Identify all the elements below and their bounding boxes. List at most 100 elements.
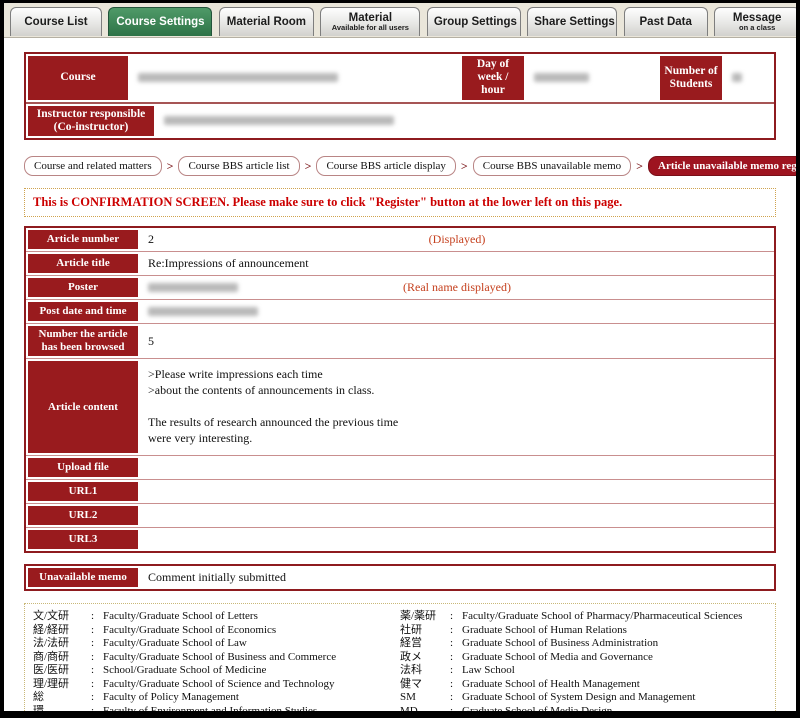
tab-label: Group Settings (434, 16, 514, 28)
legend-item: SM:Graduate School of System Design and … (400, 691, 767, 705)
faculty-desc: Graduate School of Human Relations (462, 624, 627, 638)
url1-value (140, 480, 774, 503)
legend-item: 総:Faculty of Policy Management (33, 691, 400, 705)
url3-label: URL3 (26, 528, 140, 551)
legend-item: 文/文研:Faculty/Graduate School of Letters (33, 610, 400, 624)
url1-label: URL1 (26, 480, 140, 503)
breadcrumb: Course and related matters > Course BBS … (24, 156, 776, 176)
legend-colon: : (91, 705, 103, 718)
table-row-poster: Poster (Real name displayed) (26, 275, 774, 299)
app-window: Course List Course Settings Material Roo… (0, 0, 800, 718)
browsed-count-label: Number the article has been browsed (26, 324, 140, 358)
legend-colon: : (91, 610, 103, 624)
faculty-desc: Graduate School of System Design and Man… (462, 691, 695, 705)
breadcrumb-course-related[interactable]: Course and related matters (24, 156, 162, 176)
legend-colon: : (91, 637, 103, 651)
faculty-desc: Faculty of Policy Management (103, 691, 239, 705)
legend-item: 経/経研:Faculty/Graduate School of Economic… (33, 624, 400, 638)
legend-item: MD:Graduate School of Media Design (400, 705, 767, 718)
legend-item: 環:Faculty of Environment and Information… (33, 705, 400, 718)
tab-material-room[interactable]: Material Room (219, 7, 314, 36)
poster-label: Poster (26, 276, 140, 299)
article-number-value: 2 (148, 232, 154, 247)
post-date-value (140, 300, 774, 323)
legend-colon: : (450, 678, 462, 692)
article-number-value-cell: 2 (Displayed) (140, 228, 774, 251)
legend-colon: : (450, 624, 462, 638)
faculty-abbr: 政メ (400, 651, 450, 665)
legend-item: 商/商研:Faculty/Graduate School of Business… (33, 651, 400, 665)
faculty-desc: Graduate School of Media and Governance (462, 651, 653, 665)
url2-value (140, 504, 774, 527)
breadcrumb-separator: > (305, 159, 312, 174)
tab-message[interactable]: Message on a class (714, 7, 800, 36)
legend-colon: : (91, 664, 103, 678)
url3-value (140, 528, 774, 551)
tab-share-settings[interactable]: Share Settings (527, 7, 617, 36)
instructor-label: Instructor responsible (Co-instructor) (26, 104, 156, 138)
faculty-legend-right-column: 薬/薬研:Faculty/Graduate School of Pharmacy… (400, 610, 767, 718)
article-title-label: Article title (26, 252, 140, 275)
faculty-legend: 文/文研:Faculty/Graduate School of Letters … (24, 603, 776, 718)
tab-course-list[interactable]: Course List (10, 7, 102, 36)
post-date-redacted (148, 307, 258, 316)
table-row-article-number: Article number 2 (Displayed) (26, 228, 774, 251)
main-content: Course Day of week / hour Number of Stud… (4, 38, 796, 718)
faculty-abbr: 商/商研 (33, 651, 91, 665)
article-content-value: >Please write impressions each time >abo… (148, 361, 398, 446)
faculty-desc: Law School (462, 664, 515, 678)
faculty-abbr: 環 (33, 705, 91, 718)
faculty-abbr: 法/法研 (33, 637, 91, 651)
table-row-url3: URL3 (26, 527, 774, 551)
article-title-value: Re:Impressions of announcement (140, 252, 774, 275)
faculty-abbr: 経営 (400, 637, 450, 651)
students-value (724, 54, 774, 102)
legend-item: 医/医研:School/Graduate School of Medicine (33, 664, 400, 678)
legend-colon: : (450, 705, 462, 718)
tab-course-settings[interactable]: Course Settings (108, 7, 212, 36)
legend-item: 健マ:Graduate School of Health Management (400, 678, 767, 692)
table-row-browsed-count: Number the article has been browsed 5 (26, 323, 774, 358)
table-row-article-content: Article content >Please write impression… (26, 358, 774, 455)
legend-colon: : (91, 691, 103, 705)
tab-label: Material Room (226, 16, 307, 28)
tab-group-settings[interactable]: Group Settings (427, 7, 521, 36)
poster-value-redacted (148, 283, 238, 292)
day-of-week-value (526, 54, 658, 102)
tab-past-data[interactable]: Past Data (624, 7, 708, 36)
course-value-redacted (138, 73, 338, 82)
course-value (130, 54, 460, 102)
unavailable-memo-table: Unavailable memo Comment initially submi… (24, 564, 776, 591)
faculty-desc: Faculty/Graduate School of Science and T… (103, 678, 335, 692)
article-table: Article number 2 (Displayed) Article tit… (24, 226, 776, 553)
real-name-annotation: (Real name displayed) (403, 280, 511, 295)
upload-file-value (140, 456, 774, 479)
legend-colon: : (91, 624, 103, 638)
faculty-desc: Faculty/Graduate School of Pharmacy/Phar… (462, 610, 742, 624)
students-label: Number of Students (658, 54, 724, 102)
course-info-row-2: Instructor responsible (Co-instructor) (26, 102, 774, 138)
faculty-desc: Faculty/Graduate School of Business and … (103, 651, 336, 665)
students-value-redacted (732, 73, 742, 82)
legend-item: 社研:Graduate School of Human Relations (400, 624, 767, 638)
upload-file-label: Upload file (26, 456, 140, 479)
breadcrumb-bbs-article-list[interactable]: Course BBS article list (178, 156, 299, 176)
unavailable-memo-value: Comment initially submitted (140, 566, 774, 589)
faculty-desc: Faculty/Graduate School of Economics (103, 624, 276, 638)
post-date-label: Post date and time (26, 300, 140, 323)
faculty-abbr: 文/文研 (33, 610, 91, 624)
tab-sublabel: Available for all users (327, 24, 413, 32)
table-row-article-title: Article title Re:Impressions of announce… (26, 251, 774, 275)
tab-label: Share Settings (534, 16, 610, 28)
legend-colon: : (450, 691, 462, 705)
breadcrumb-bbs-unavailable-memo[interactable]: Course BBS unavailable memo (473, 156, 631, 176)
breadcrumb-separator: > (167, 159, 174, 174)
legend-item: 法科:Law School (400, 664, 767, 678)
tab-material-all-users[interactable]: Material Available for all users (320, 7, 420, 36)
legend-colon: : (91, 678, 103, 692)
breadcrumb-bbs-article-display[interactable]: Course BBS article display (316, 156, 455, 176)
article-content-cell: >Please write impressions each time >abo… (140, 359, 774, 455)
faculty-abbr: 総 (33, 691, 91, 705)
tab-sublabel: on a class (721, 24, 793, 32)
tab-bar: Course List Course Settings Material Roo… (4, 3, 796, 38)
